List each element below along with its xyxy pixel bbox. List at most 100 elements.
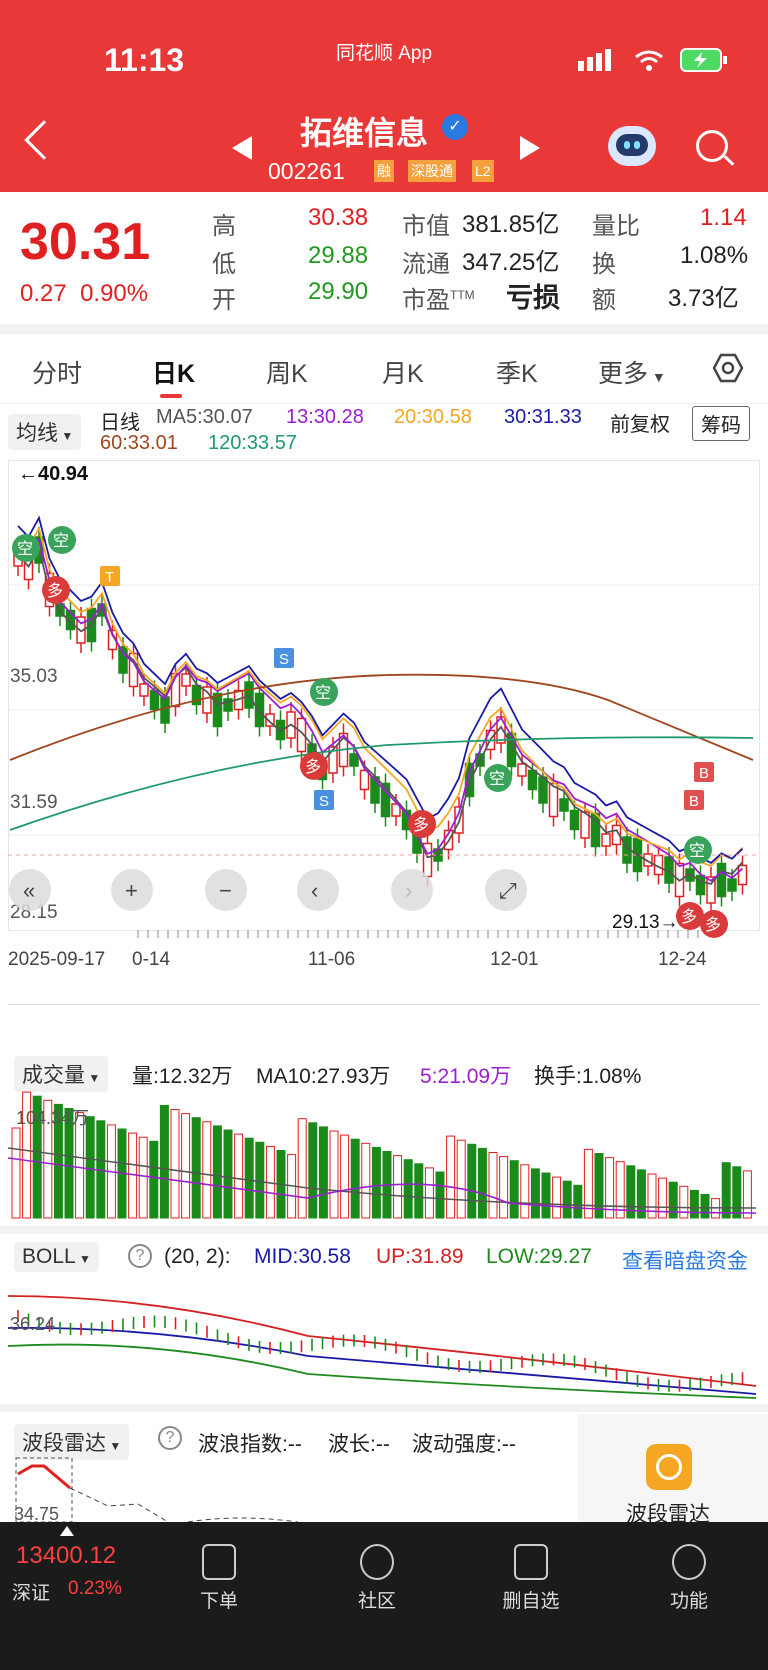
open-value: 29.90 xyxy=(308,278,369,305)
y-tick-label: 35.03 xyxy=(10,666,58,687)
volume-bar xyxy=(308,1122,318,1219)
help-icon[interactable]: ? xyxy=(158,1426,182,1450)
candle-body xyxy=(716,862,727,898)
price-change: 0.27 0.90% xyxy=(20,280,148,308)
community-icon xyxy=(360,1544,394,1580)
ma5-value: MA5:30.07 xyxy=(156,406,253,428)
tab-quarterly-k[interactable]: 季K xyxy=(496,354,538,390)
boll-chart[interactable]: 36.24 xyxy=(8,1276,760,1400)
low-label: 低 xyxy=(212,251,236,278)
chart-nav-glyph: « xyxy=(23,878,35,903)
prev-stock-button[interactable] xyxy=(232,136,252,160)
community-button[interactable]: 社区 xyxy=(332,1544,422,1613)
volume-bar xyxy=(350,1138,360,1219)
functions-label: 功能 xyxy=(669,1591,708,1612)
wave-selector[interactable]: 波段雷达 ▼ xyxy=(14,1424,130,1460)
ma60-line xyxy=(9,673,754,761)
kline-chart[interactable]: 35.0331.5928.15←40.9429.13→空空空空空多多多多 多SST… xyxy=(8,460,760,990)
candle-body xyxy=(254,692,265,728)
divider xyxy=(0,324,768,334)
tag-margin: 融 xyxy=(374,160,394,182)
search-icon[interactable] xyxy=(696,130,728,162)
volume-bar xyxy=(11,1127,21,1219)
wave-selector-label: 波段雷达 xyxy=(22,1432,106,1455)
candle-body xyxy=(727,878,737,892)
volume-bar xyxy=(297,1118,307,1219)
ma-selector-label: 均线 xyxy=(16,422,58,445)
tab-more[interactable]: 更多 ▼ xyxy=(598,354,666,390)
date-label: 0-14 xyxy=(132,949,170,970)
volume-bar xyxy=(85,1116,95,1219)
remove-watchlist-button[interactable]: 删自选 xyxy=(486,1544,576,1613)
ma30-value: 30:31.33 xyxy=(504,406,582,428)
tab-monthly-k[interactable]: 月K xyxy=(382,354,424,390)
volume-bar xyxy=(689,1189,699,1219)
robot-assistant-icon[interactable] xyxy=(608,126,656,166)
high-label: 高 xyxy=(212,213,236,240)
candle-body xyxy=(359,769,370,791)
volume-selector[interactable]: 成交量 ▼ xyxy=(14,1056,109,1092)
battery-icon xyxy=(680,48,727,72)
volume-bar xyxy=(488,1152,498,1219)
wave-scale: 34.75 xyxy=(14,1504,59,1522)
candle-body xyxy=(139,683,149,697)
amount-label: 额 xyxy=(592,287,616,314)
dark-pool-link[interactable]: 查看暗盘资金 xyxy=(622,1245,748,1275)
volume-bar xyxy=(679,1185,689,1219)
candle-body xyxy=(527,769,538,791)
wave-radar-icon xyxy=(646,1444,692,1490)
chip-button[interactable]: 筹码 xyxy=(692,406,750,441)
wifi-icon xyxy=(635,50,663,71)
functions-button[interactable]: 功能 xyxy=(644,1544,734,1613)
volume-bar xyxy=(234,1133,244,1219)
chevron-down-icon: ▼ xyxy=(106,1439,122,1453)
back-button[interactable] xyxy=(24,120,64,160)
candle-body xyxy=(601,833,611,847)
wave-side-card[interactable]: 波段雷达 xyxy=(578,1414,768,1526)
boll-selector[interactable]: BOLL ▼ xyxy=(14,1242,99,1272)
volume-bar xyxy=(170,1109,180,1219)
max-label: ←40.94 xyxy=(18,463,89,485)
index-name: 深证 xyxy=(12,1583,51,1604)
candle-body xyxy=(695,874,706,896)
pe-label: 市盈TTM xyxy=(402,280,475,315)
signal-marker-label: 空 xyxy=(315,684,331,702)
min-label: 29.13→ xyxy=(612,912,679,933)
signal-icon xyxy=(578,49,611,71)
adjust-mode[interactable]: 前复权 xyxy=(610,408,670,437)
tab-daily-k[interactable]: 日K xyxy=(152,354,195,390)
volume-selector-label: 成交量 xyxy=(22,1064,85,1087)
order-button[interactable]: 下单 xyxy=(174,1544,264,1613)
boll-up-line xyxy=(8,1295,757,1387)
index-value[interactable]: 13400.12 xyxy=(16,1542,116,1570)
volume-bar xyxy=(477,1147,487,1219)
signal-marker-label: T xyxy=(105,569,114,586)
settings-hex-icon[interactable] xyxy=(712,352,744,384)
tab-intraday[interactable]: 分时 xyxy=(32,354,82,390)
ma-period: 日线 xyxy=(100,412,140,434)
volume-bar xyxy=(393,1155,403,1219)
candle-body xyxy=(181,673,191,687)
signal-marker-label: B xyxy=(699,765,709,782)
volume-chart[interactable]: 104.34万 xyxy=(8,1088,760,1220)
next-stock-button[interactable] xyxy=(520,136,540,160)
help-icon[interactable]: ? xyxy=(128,1244,152,1268)
volume-turnover: 换手:1.08% xyxy=(534,1065,642,1088)
candle-body xyxy=(737,864,748,886)
chart-nav-glyph: − xyxy=(219,878,232,903)
mktcap-label: 市值 xyxy=(402,213,450,240)
high-value: 30.38 xyxy=(308,204,369,231)
volume-bar xyxy=(138,1136,148,1219)
candle-body xyxy=(517,763,527,777)
signal-marker-label: 多 xyxy=(705,916,721,934)
volume-ma5: 5:21.09万 xyxy=(420,1065,512,1088)
volume-bar xyxy=(721,1162,731,1219)
expand-arrow-icon[interactable] xyxy=(60,1526,74,1536)
stock-name: 拓维信息 xyxy=(300,115,429,151)
chart-nav-glyph: › xyxy=(405,878,412,903)
tab-weekly-k[interactable]: 周K xyxy=(266,354,308,390)
status-icons xyxy=(578,48,728,72)
ma-selector[interactable]: 均线 ▼ xyxy=(8,414,82,450)
date-label: 2025-09-17 xyxy=(8,949,105,970)
wave-strength: 波动强度:-- xyxy=(412,1433,516,1456)
